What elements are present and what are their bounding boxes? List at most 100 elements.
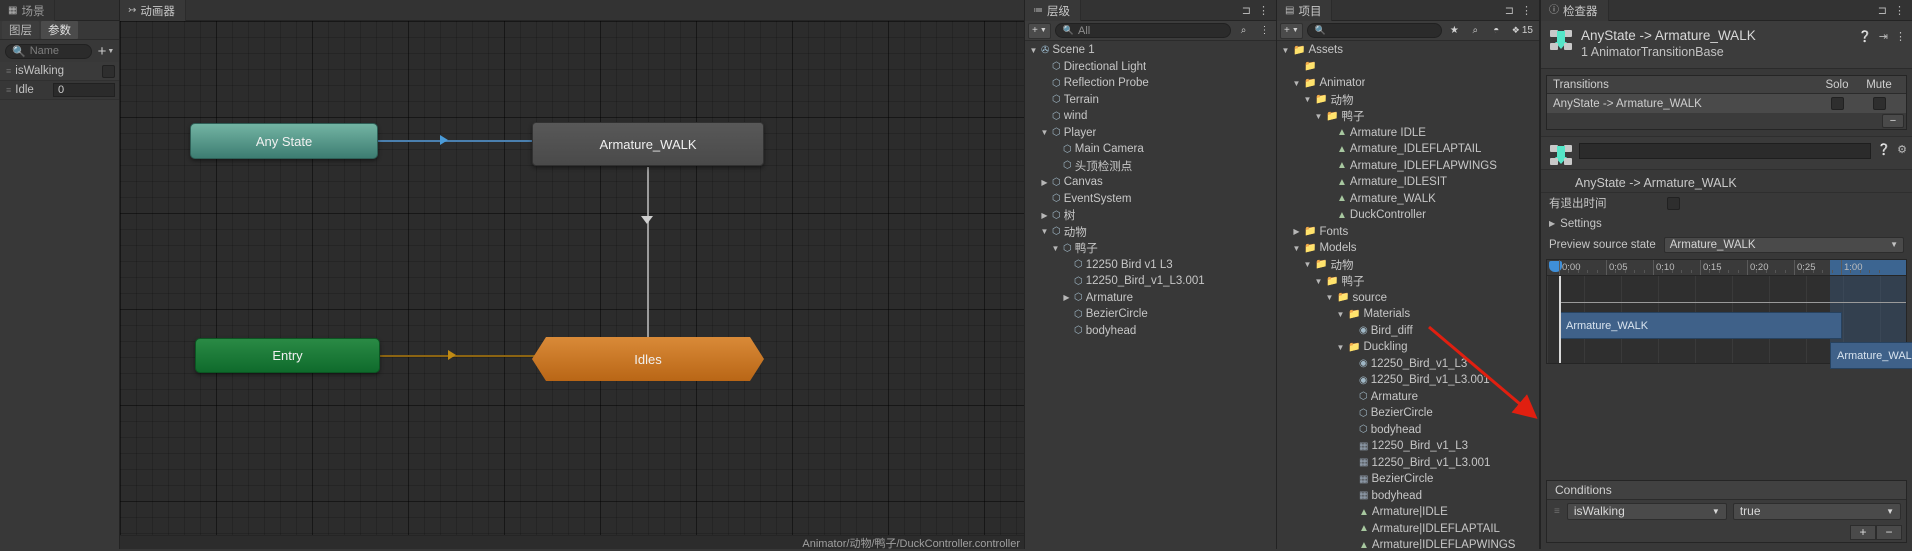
foldout-open-icon[interactable]: ▼ (1292, 244, 1301, 253)
timeline-playhead[interactable] (1559, 276, 1561, 363)
tree-row[interactable]: 📁 (1277, 59, 1539, 76)
tree-row[interactable]: ▲ Armature_IDLEFLAPTAIL (1277, 141, 1539, 158)
hierarchy-filter-icon[interactable]: ⌕ (1235, 23, 1252, 39)
tree-row[interactable]: ▼ 📁 Materials (1277, 306, 1539, 323)
tree-row[interactable]: ▲ Armature|IDLE (1277, 504, 1539, 521)
help-icon[interactable]: ❔ (1877, 143, 1891, 156)
tree-row[interactable]: ⬡ 12250_Bird_v1_L3.001 (1025, 273, 1276, 290)
tree-row[interactable]: ▼ ✇ Scene 1 (1025, 42, 1276, 59)
foldout-open-icon[interactable]: ▼ (1314, 277, 1323, 286)
transition-timeline[interactable]: 0:00 0:05 0:10 0:15 0:20 0:25 1:00 Armature_WA… (1546, 259, 1912, 369)
tree-row[interactable]: ▼ 📁 鸭子 (1277, 273, 1539, 290)
state-node-any-state[interactable]: Any State (190, 123, 378, 159)
tree-row[interactable]: ▼ 📁 动物 (1277, 92, 1539, 109)
tree-row[interactable]: ⬡ 12250 Bird v1 L3 (1025, 257, 1276, 274)
project-label-icon[interactable]: ◓ (1488, 23, 1505, 39)
tree-row[interactable]: ▼ 📁 Animator (1277, 75, 1539, 92)
foldout-open-icon[interactable]: ▼ (1040, 128, 1049, 137)
tree-row[interactable]: ▼ ⬡ Player (1025, 125, 1276, 142)
tree-row[interactable]: ⬡ wind (1025, 108, 1276, 125)
tree-row[interactable]: ▦ 12250_Bird_v1_L3 (1277, 438, 1539, 455)
tab-layers[interactable]: 图层 (2, 21, 39, 39)
condition-parameter-dropdown[interactable]: isWalking ▼ (1566, 502, 1727, 520)
hierarchy-tree[interactable]: ▼ ✇ Scene 1 ⬡ Directional Light ⬡ Reflection P… (1025, 41, 1276, 549)
maximize-icon[interactable]: ⊐ (1505, 4, 1514, 17)
transition-name-input[interactable] (1579, 143, 1872, 159)
tree-row[interactable]: ▼ 📁 Assets (1277, 42, 1539, 59)
tree-row[interactable]: ⬡ 头顶检测点 (1025, 158, 1276, 175)
preview-source-state-dropdown[interactable]: Armature_WALK ▼ (1663, 236, 1904, 253)
help-icon[interactable]: ❔ (1858, 30, 1872, 43)
mute-checkbox[interactable] (1872, 97, 1886, 110)
tree-row[interactable]: ▼ 📁 source (1277, 290, 1539, 307)
timeline-ruler[interactable]: 0:00 0:05 0:10 0:15 0:20 0:25 1:00 (1547, 260, 1906, 276)
more-options-icon[interactable]: ⋮ (1894, 4, 1905, 17)
add-condition-button[interactable]: + (1850, 524, 1876, 540)
foldout-closed-icon[interactable]: ▶ (1040, 178, 1049, 187)
foldout-closed-icon[interactable]: ▶ (1040, 211, 1049, 220)
foldout-open-icon[interactable]: ▼ (1051, 244, 1060, 253)
condition-value-dropdown[interactable]: true ▼ (1732, 502, 1901, 520)
foldout-open-icon[interactable]: ▼ (1314, 112, 1323, 121)
foldout-closed-icon[interactable]: ▶ (1062, 293, 1071, 302)
tree-row[interactable]: ▦ 12250_Bird_v1_L3.001 (1277, 455, 1539, 472)
tab-hierarchy[interactable]: ≔ 层级 (1025, 0, 1081, 21)
drag-handle-icon[interactable]: ≡ (1552, 506, 1561, 517)
tree-row[interactable]: ▼ ⬡ 动物 (1025, 224, 1276, 241)
more-options-icon[interactable]: ⋮ (1258, 4, 1269, 17)
transition-list-row[interactable]: AnyState -> Armature_WALK (1547, 94, 1906, 113)
timeline-clip-source[interactable]: Armature_WALK (1559, 312, 1842, 339)
foldout-open-icon[interactable]: ▼ (1292, 79, 1301, 88)
tree-row[interactable]: ▦ BezierCircle (1277, 471, 1539, 488)
state-node-entry[interactable]: Entry (195, 338, 380, 373)
foldout-open-icon[interactable]: ▼ (1040, 227, 1049, 236)
solo-checkbox[interactable] (1830, 97, 1844, 110)
tree-row[interactable]: ▼ 📁 Duckling (1277, 339, 1539, 356)
tree-row[interactable]: ⬡ Terrain (1025, 92, 1276, 109)
transition-walk-to-idles[interactable] (647, 167, 649, 337)
tree-row[interactable]: ▼ 📁 动物 (1277, 257, 1539, 274)
tab-parameters[interactable]: 参数 (41, 21, 78, 39)
gear-icon[interactable]: ⚙ (1897, 143, 1907, 156)
state-machine-canvas[interactable]: Any State Armature_WALK Entry Idles (120, 21, 1024, 535)
tree-row[interactable]: ▲ Armature|IDLEFLAPTAIL (1277, 521, 1539, 538)
tree-row[interactable]: ⬡ Armature (1277, 389, 1539, 406)
tree-row[interactable]: ▶ 📁 Fonts (1277, 224, 1539, 241)
tree-row[interactable]: ⬡ bodyhead (1277, 422, 1539, 439)
parameter-bool-checkbox[interactable] (102, 64, 115, 78)
project-add-button[interactable]: + ▼ (1280, 22, 1303, 39)
tree-row[interactable]: ▲ Armature_IDLESIT (1277, 174, 1539, 191)
drag-handle-icon[interactable]: ≡ (6, 66, 11, 76)
tree-row[interactable]: ▲ DuckController (1277, 207, 1539, 224)
tree-row[interactable]: ⬡ Reflection Probe (1025, 75, 1276, 92)
hierarchy-more-icon[interactable]: ⋮ (1256, 23, 1273, 39)
tree-row[interactable]: ▲ Armature_IDLEFLAPWINGS (1277, 158, 1539, 175)
remove-transition-button[interactable]: − (1882, 114, 1904, 128)
add-parameter-button[interactable]: + ▼ (96, 44, 116, 59)
tree-row[interactable]: ▦ bodyhead (1277, 488, 1539, 505)
tree-row[interactable]: ▶ ⬡ Canvas (1025, 174, 1276, 191)
tree-row[interactable]: ▲ Armature IDLE (1277, 125, 1539, 142)
hierarchy-add-button[interactable]: + ▼ (1028, 22, 1051, 39)
tree-row[interactable]: ⬡ EventSystem (1025, 191, 1276, 208)
state-node-idles[interactable]: Idles (532, 337, 764, 381)
tab-project[interactable]: ▤ 项目 (1277, 0, 1333, 21)
tree-row[interactable]: ▲ Armature|IDLEFLAPWINGS (1277, 537, 1539, 549)
foldout-open-icon[interactable]: ▼ (1336, 310, 1345, 319)
foldout-open-icon[interactable]: ▼ (1325, 293, 1334, 302)
foldout-open-icon[interactable]: ▼ (1336, 343, 1345, 352)
foldout-open-icon[interactable]: ▼ (1303, 95, 1312, 104)
tree-row[interactable]: ◉ 12250_Bird_v1_L3.001 (1277, 372, 1539, 389)
hierarchy-search-input[interactable]: 🔍 All (1054, 23, 1231, 38)
tab-scene[interactable]: ▦ 场景 (0, 0, 56, 21)
state-node-armature-walk[interactable]: Armature_WALK (532, 122, 764, 166)
project-favorites-icon[interactable]: ★ (1446, 23, 1463, 39)
maximize-icon[interactable]: ⊐ (1242, 4, 1251, 17)
tree-row[interactable]: ⬡ BezierCircle (1025, 306, 1276, 323)
tree-row[interactable]: ▼ 📁 Models (1277, 240, 1539, 257)
parameter-row-iswalking[interactable]: ≡ isWalking (0, 62, 119, 81)
tab-inspector[interactable]: ⓘ 检查器 (1541, 0, 1609, 21)
foldout-open-icon[interactable]: ▼ (1029, 46, 1038, 55)
tab-animator[interactable]: ↣ 动画器 (120, 0, 186, 21)
tree-row[interactable]: ◉ 12250_Bird_v1_L3 (1277, 356, 1539, 373)
